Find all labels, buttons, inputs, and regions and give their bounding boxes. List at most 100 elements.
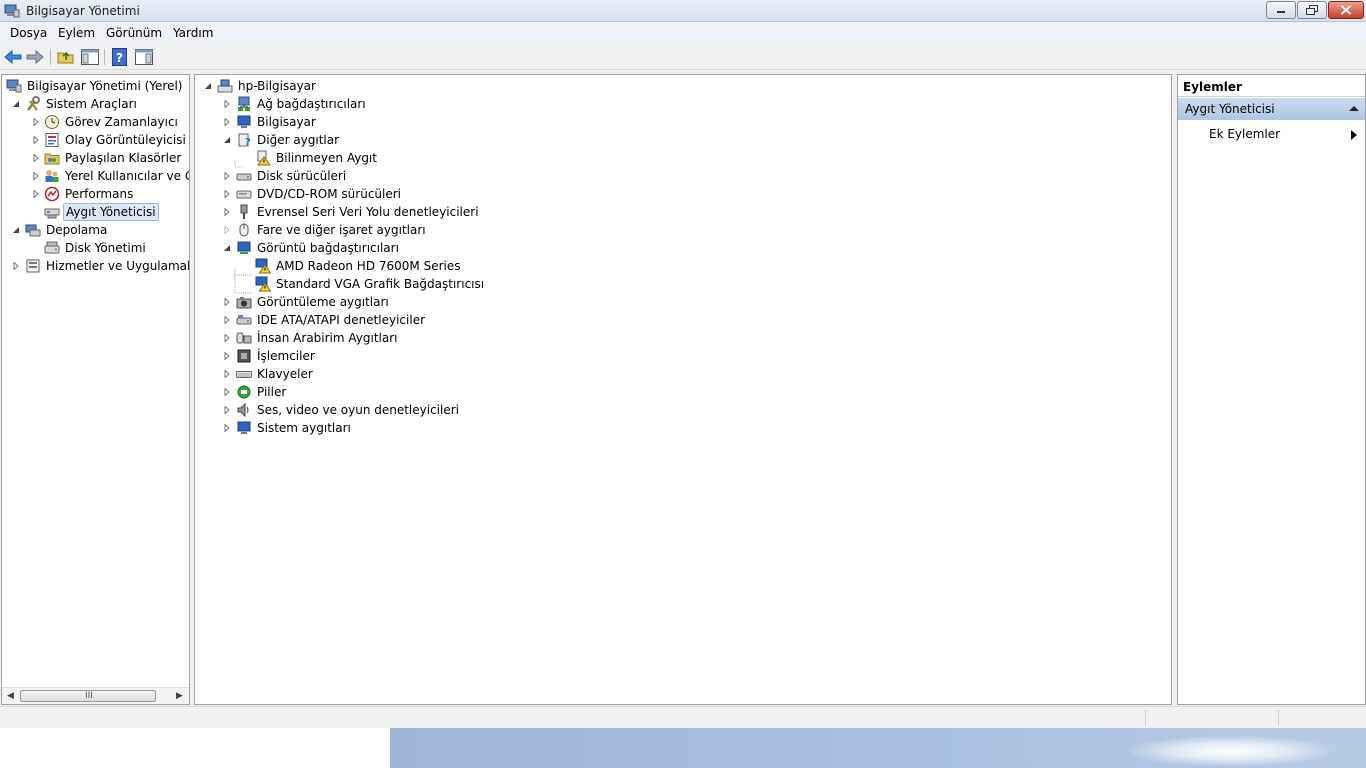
back-arrow-icon[interactable] xyxy=(3,47,23,67)
tree-item-label: Olay Görüntüleyicisi xyxy=(65,133,186,147)
action-item-label: Ek Eylemler xyxy=(1209,127,1281,141)
dvd-drive-icon xyxy=(236,190,252,199)
collapse-up-icon[interactable] xyxy=(1349,105,1359,112)
computer-management-icon xyxy=(6,79,22,93)
processor-icon xyxy=(237,349,251,363)
show-hide-tree-icon[interactable] xyxy=(80,47,100,67)
up-folder-icon[interactable] xyxy=(56,47,76,67)
console-tree-pane[interactable]: Bilgisayar Yönetimi (Yerel) Sistem Araçl… xyxy=(1,74,190,705)
device-tree-pane[interactable]: hp-Bilgisayar Ağ bağdaştırıcıları Bilgis… xyxy=(194,74,1172,705)
expanded-arrow-icon[interactable] xyxy=(12,100,20,108)
menu-dosya[interactable]: Dosya xyxy=(10,26,47,40)
toolbar-separator xyxy=(104,49,105,65)
device-label: Diğer aygıtlar xyxy=(257,133,340,147)
device-label: Evrensel Seri Veri Yolu denetleyicileri xyxy=(257,205,479,219)
collapsed-arrow-icon[interactable] xyxy=(223,172,231,180)
toolbar-separator xyxy=(50,49,51,65)
collapsed-arrow-icon[interactable] xyxy=(32,118,40,126)
action-more-actions[interactable]: Ek Eylemler xyxy=(1178,125,1365,143)
collapsed-arrow-icon[interactable] xyxy=(223,100,231,108)
collapsed-arrow-icon[interactable] xyxy=(223,118,231,126)
title-bar: Bilgisayar Yönetimi xyxy=(0,0,1366,22)
scrollbar-thumb[interactable]: III xyxy=(20,690,156,702)
system-device-icon xyxy=(237,421,251,434)
shared-folder-icon xyxy=(44,153,60,165)
menu-gorunum[interactable]: Görünüm xyxy=(106,26,162,40)
speaker-icon xyxy=(237,402,249,418)
desktop-wallpaper-highlight xyxy=(1130,736,1330,766)
restore-button[interactable] xyxy=(1297,1,1327,19)
scroll-right-icon[interactable]: ▶ xyxy=(176,691,183,701)
actions-section-label: Aygıt Yöneticisi xyxy=(1185,102,1275,116)
device-manager-icon xyxy=(44,208,60,219)
collapsed-arrow-icon[interactable] xyxy=(223,298,231,306)
device-label: İşlemciler xyxy=(257,349,315,363)
collapsed-arrow-icon[interactable] xyxy=(223,352,231,360)
collapsed-arrow-icon[interactable] xyxy=(223,334,231,342)
device-label: Görüntüleme aygıtları xyxy=(257,295,389,309)
forward-arrow-icon[interactable] xyxy=(25,47,45,67)
storage-icon xyxy=(25,224,41,237)
expanded-arrow-icon[interactable] xyxy=(204,82,212,90)
device-label: DVD/CD-ROM sürücüleri xyxy=(257,187,402,201)
close-icon xyxy=(1340,5,1352,15)
collapsed-arrow-icon[interactable] xyxy=(223,388,231,396)
collapsed-arrow-icon[interactable] xyxy=(32,172,40,180)
close-button[interactable] xyxy=(1328,1,1364,19)
collapsed-arrow-icon[interactable] xyxy=(12,262,20,270)
scroll-left-icon[interactable]: ◀ xyxy=(7,691,14,701)
restore-icon xyxy=(1306,5,1318,15)
tree-item-label: Görev Zamanlayıcı xyxy=(65,115,178,129)
tree-item-label: Performans xyxy=(65,187,134,201)
collapsed-arrow-icon[interactable] xyxy=(223,226,231,234)
collapsed-arrow-icon[interactable] xyxy=(32,190,40,198)
system-tools-icon xyxy=(27,96,40,111)
expanded-arrow-icon[interactable] xyxy=(223,244,231,252)
collapsed-arrow-icon[interactable] xyxy=(223,370,231,378)
usb-icon xyxy=(240,204,248,219)
actions-section-device-manager[interactable]: Aygıt Yöneticisi xyxy=(1178,98,1365,120)
network-adapter-icon xyxy=(238,96,250,111)
collapsed-arrow-icon[interactable] xyxy=(223,190,231,198)
device-label: Ağ bağdaştırıcıları xyxy=(257,97,366,111)
desktop-background xyxy=(0,728,1366,768)
device-label: Klavyeler xyxy=(257,367,313,381)
computer-management-icon xyxy=(4,4,20,18)
collapsed-arrow-icon[interactable] xyxy=(223,316,231,324)
tree-item-label: Sistem Araçları xyxy=(46,97,137,111)
collapsed-arrow-icon[interactable] xyxy=(223,208,231,216)
status-bar xyxy=(0,706,1366,728)
help-icon[interactable]: ? xyxy=(110,47,130,67)
mouse-icon xyxy=(239,223,249,237)
menu-yardim[interactable]: Yardım xyxy=(173,26,213,40)
device-label: Standard VGA Grafik Bağdaştırıcısı xyxy=(276,277,485,291)
disk-management-icon xyxy=(44,241,60,254)
horizontal-scrollbar[interactable]: ◀ III ▶ xyxy=(2,687,189,704)
actions-pane: Eylemler Aygıt Yöneticisi Ek Eylemler xyxy=(1177,74,1366,705)
tree-item-label: Bilgisayar Yönetimi (Yerel) xyxy=(27,79,183,93)
scrollbar-grip: III xyxy=(85,691,93,701)
collapsed-arrow-icon[interactable] xyxy=(223,406,231,414)
actions-header: Eylemler xyxy=(1178,75,1365,97)
computer-icon xyxy=(217,79,233,93)
show-hide-action-pane-icon[interactable] xyxy=(134,47,154,67)
expanded-arrow-icon[interactable] xyxy=(223,136,231,144)
menu-eylem[interactable]: Eylem xyxy=(58,26,95,40)
collapsed-arrow-icon[interactable] xyxy=(32,136,40,144)
warning-device-icon xyxy=(257,150,271,166)
tree-item-label: Yerel Kullanıcılar ve Gru xyxy=(65,169,189,183)
menu-bar: Dosya Eylem Görünüm Yardım xyxy=(0,23,1366,43)
services-icon xyxy=(26,259,40,273)
camera-icon xyxy=(236,297,252,309)
collapsed-arrow-icon[interactable] xyxy=(223,424,231,432)
expanded-arrow-icon[interactable] xyxy=(12,226,20,234)
window-title: Bilgisayar Yönetimi xyxy=(26,4,140,18)
performance-icon xyxy=(44,186,60,202)
collapsed-arrow-icon[interactable] xyxy=(32,154,40,162)
minimize-button[interactable] xyxy=(1266,1,1296,19)
svg-text:?: ? xyxy=(245,137,251,148)
hid-icon xyxy=(236,332,252,344)
minimize-icon xyxy=(1277,11,1285,13)
warning-display-icon xyxy=(255,276,271,292)
tree-item-label: Disk Yönetimi xyxy=(65,241,146,255)
